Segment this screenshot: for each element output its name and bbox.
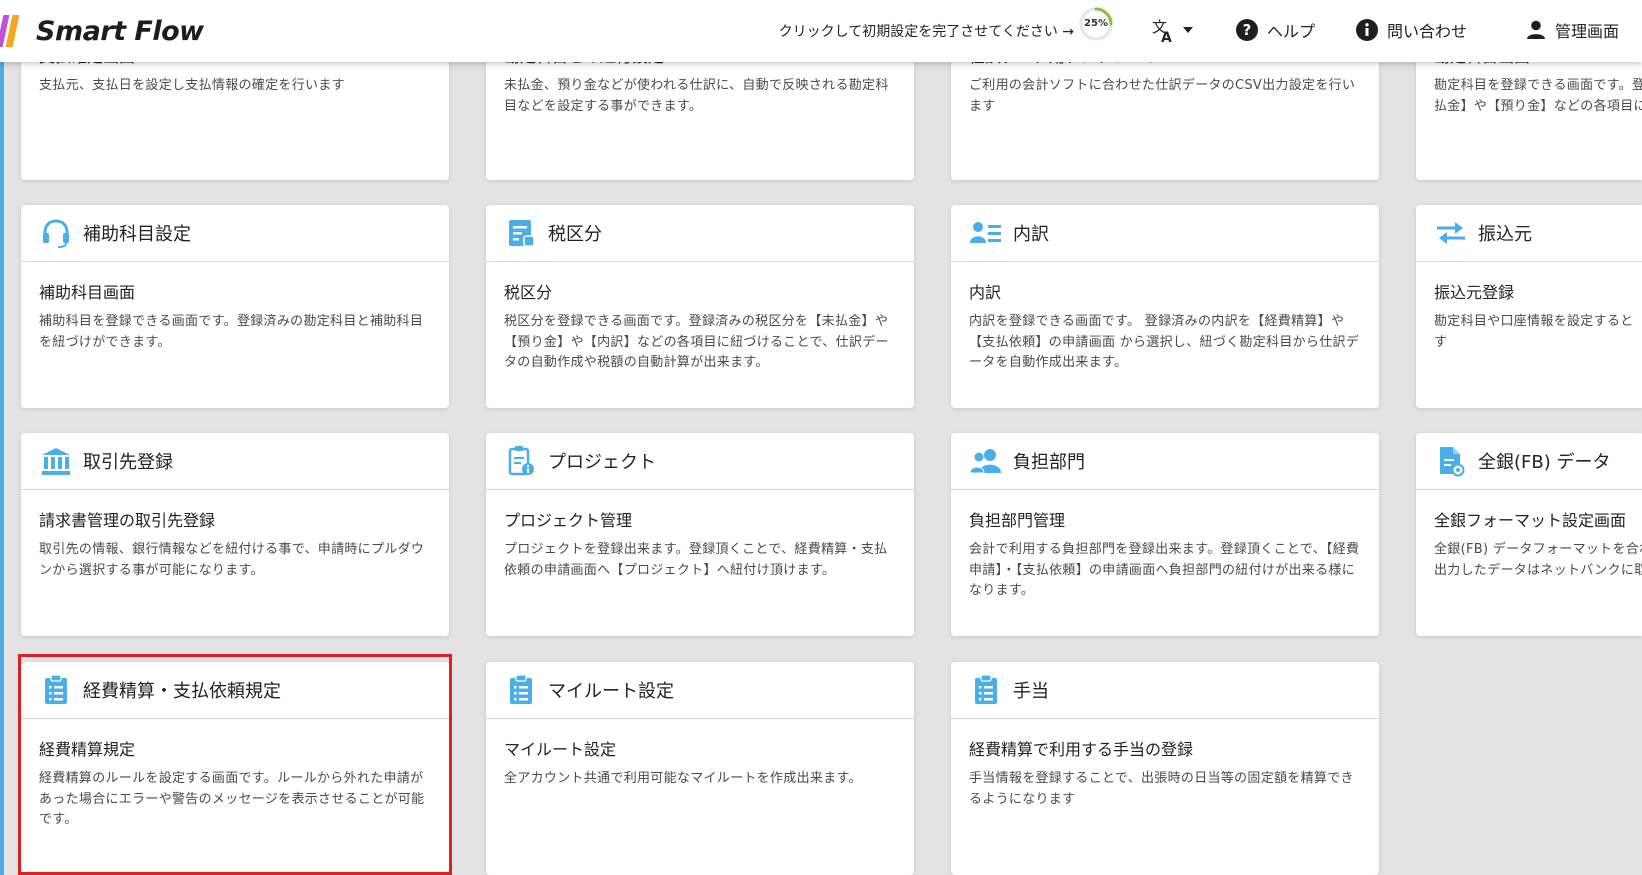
card-title: 内訳 (1013, 224, 1049, 245)
card-header: 全銀(FB) データ (1416, 433, 1642, 490)
setup-progress-ring[interactable]: 25% (1078, 6, 1114, 42)
card-subtitle: マイルート設定 (504, 740, 617, 759)
card-title: マイルート設定 (548, 681, 674, 702)
card-subtitle: 経費精算規定 (39, 740, 136, 759)
card-header: 振込元 (1416, 205, 1642, 262)
card-transfer-source[interactable]: 振込元 振込元登録 勘定科目や口座情報を設定すると【FBデータ】を自動作成出来ま… (1416, 205, 1642, 408)
card-title: 取引先登録 (83, 452, 173, 473)
card-subtitle: 振込元登録 (1434, 283, 1515, 302)
card-description: 内訳を登録できる画面です。 登録済みの内訳を【経費精算】や【支払依頼】の申請画面… (969, 314, 1360, 370)
card-my-route[interactable]: マイルート設定 マイルート設定 全アカウント共通で利用可能なマイルートを作成出来… (486, 662, 914, 875)
contact-label: 問い合わせ (1387, 22, 1468, 41)
list-person-icon (969, 216, 1003, 250)
card-sub-account[interactable]: 補助科目設定 補助科目画面 補助科目を登録できる画面です。登録済みの勘定科目と補… (21, 205, 449, 408)
top-header: Smart Flow クリックして初期設定を完了させてください → 25% 文 … (0, 0, 1642, 62)
card-subtitle: 全銀フォーマット設定画面 (1434, 511, 1627, 530)
card-title: 経費精算・支払依頼規定 (83, 681, 281, 702)
card-subtitle: 内訳 (969, 283, 1002, 302)
card-header: 手当 (951, 662, 1379, 719)
language-switch-button[interactable]: 文 A (1152, 12, 1194, 48)
clipboard-list-icon (39, 673, 73, 707)
card-subtitle: 負担部門管理 (969, 511, 1066, 530)
tax-document-icon (504, 216, 538, 250)
card-title: 負担部門 (1013, 452, 1085, 473)
card-expense-rules[interactable]: 経費精算・支払依頼規定 経費精算規定 経費精算のルールを設定する画面です。ルール… (21, 662, 449, 875)
headset-icon (39, 216, 73, 250)
help-circle-icon: ? (1236, 19, 1258, 41)
card-description: 会計で利用する負担部門を登録出来ます。登録頂くことで、【経費申請】・【支払依頼】… (969, 542, 1360, 598)
left-accent-bar (0, 0, 4, 875)
card-description: 補助科目を登録できる画面です。登録済みの勘定科目と補助科目を紐づけができます。 (39, 314, 424, 350)
card-client-registration[interactable]: 取引先登録 請求書管理の取引先登録 取引先の情報、銀行情報などを紐付ける事で、申… (21, 433, 449, 636)
file-settings-icon (1434, 444, 1468, 478)
card-description: 勘定科目を登録できる画面です。登録済みの【補助科目名】や【未払金】や【預り金】な… (1434, 78, 1642, 114)
people-icon (969, 444, 1003, 478)
card-subtitle: 税区分 (504, 283, 553, 302)
card-breakdown[interactable]: 内訳 内訳 内訳を登録できる画面です。 登録済みの内訳を【経費精算】や【支払依頼… (951, 205, 1379, 408)
card-description: プロジェクトを登録出来ます。登録頂くことで、経費精算・支払依頼の申請画面へ【プロ… (504, 542, 888, 578)
clipboard-list-icon (969, 673, 1003, 707)
help-label: ヘルプ (1267, 22, 1316, 41)
card-subtitle: 経費精算で利用する手当の登録 (969, 740, 1194, 759)
admin-menu-button[interactable]: 管理画面 (1525, 12, 1619, 48)
card-header: 内訳 (951, 205, 1379, 262)
card-title: 手当 (1013, 681, 1049, 702)
logo-mark-icon (0, 13, 22, 49)
translate-icon: 文 A (1152, 18, 1172, 43)
card-header: 負担部門 (951, 433, 1379, 490)
app-logo[interactable]: Smart Flow (0, 8, 204, 54)
card-description: 支払元、支払日を設定し支払情報の確定を行います (39, 78, 345, 93)
svg-text:A: A (1161, 30, 1172, 43)
admin-label: 管理画面 (1555, 22, 1620, 41)
card-title: 振込元 (1478, 224, 1532, 245)
contact-button[interactable]: 問い合わせ (1355, 12, 1467, 48)
card-description: 勘定科目や口座情報を設定すると【FBデータ】を自動作成出来ます (1434, 314, 1642, 350)
clipboard-info-icon (504, 444, 538, 478)
bank-icon (39, 444, 73, 478)
progress-label: 25% (1084, 18, 1108, 29)
transfer-arrows-icon (1434, 216, 1468, 250)
clipboard-list-icon (504, 673, 538, 707)
card-tax-category[interactable]: 税区分 税区分 税区分を登録できる画面です。登録済みの税区分を【未払金】や【預り… (486, 205, 914, 408)
card-subtitle: 請求書管理の取引先登録 (39, 511, 216, 530)
svg-text:?: ? (1243, 21, 1252, 39)
card-zengin-fb-data[interactable]: 全銀(FB) データ 全銀フォーマット設定画面 全銀(FB) データフォーマット… (1416, 433, 1642, 636)
card-header: マイルート設定 (486, 662, 914, 719)
setup-prompt-link[interactable]: クリックして初期設定を完了させてください → (779, 14, 1074, 48)
card-subtitle: 補助科目画面 (39, 283, 136, 302)
card-description: 経費精算のルールを設定する画面です。ルールから外れた申請があった場合にエラーや警… (39, 771, 425, 827)
card-header: 補助科目設定 (21, 205, 449, 262)
setup-prompt-text: クリックして初期設定を完了させてください → (778, 24, 1074, 40)
card-subtitle: プロジェクト管理 (504, 511, 633, 530)
card-header: 経費精算・支払依頼規定 (21, 662, 449, 719)
card-project[interactable]: プロジェクト プロジェクト管理 プロジェクトを登録出来ます。登録頂くことで、経費… (486, 433, 914, 636)
card-description: 手当情報を登録することで、出張時の日当等の固定額を精算できるようになります (969, 771, 1354, 807)
card-header: プロジェクト (486, 433, 914, 490)
card-cost-department[interactable]: 負担部門 負担部門管理 会計で利用する負担部門を登録出来ます。登録頂くことで、【… (951, 433, 1379, 636)
card-description: 税区分を登録できる画面です。登録済みの税区分を【未払金】や【預り金】や【内訳】な… (504, 314, 889, 370)
card-description: ご利用の会計ソフトに合わせた仕訳データのCSV出力設定を行います (969, 78, 1356, 114)
card-title: プロジェクト (548, 452, 656, 473)
card-description: 取引先の情報、銀行情報などを紐付ける事で、申請時にプルダウンから選択する事が可能… (39, 542, 425, 578)
card-title: 補助科目設定 (83, 224, 191, 245)
card-description: 未払金、預り金などが使われる仕訳に、自動で反映される勘定科目などを設定する事がで… (504, 78, 889, 114)
info-circle-icon (1356, 19, 1378, 41)
chevron-down-icon (1183, 27, 1193, 33)
card-description: 全銀(FB) データフォーマットを合わせて設定が出来ます。また、出力したデータは… (1434, 542, 1642, 578)
card-header: 取引先登録 (21, 433, 449, 490)
card-description: 全アカウント共通で利用可能なマイルートを作成出来ます。 (504, 771, 862, 786)
user-icon (1527, 20, 1545, 39)
card-allowance[interactable]: 手当 経費精算で利用する手当の登録 手当情報を登録することで、出張時の日当等の固… (951, 662, 1379, 875)
card-title: 税区分 (548, 224, 602, 245)
app-title: Smart Flow (36, 15, 204, 47)
help-button[interactable]: ? ヘルプ (1235, 12, 1315, 48)
card-header: 税区分 (486, 205, 914, 262)
card-title: 全銀(FB) データ (1478, 452, 1611, 473)
